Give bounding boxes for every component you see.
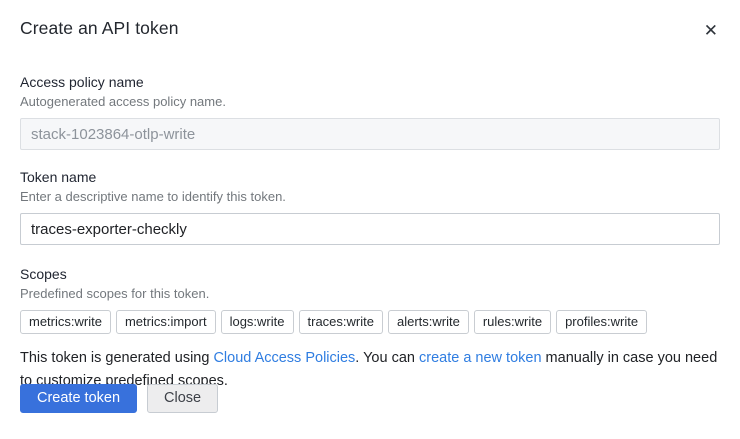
token-name-input[interactable] [20, 213, 720, 245]
access-policy-input [20, 118, 720, 150]
create-token-button[interactable]: Create token [20, 384, 137, 413]
access-policy-helper: Autogenerated access policy name. [20, 94, 720, 110]
note-text: . You can [355, 350, 419, 366]
cloud-access-policies-link[interactable]: Cloud Access Policies [213, 350, 355, 366]
scope-chip: rules:write [474, 310, 551, 334]
scopes-label: Scopes [20, 266, 720, 283]
modal-header: Create an API token ✕ [20, 18, 720, 43]
scope-chip: profiles:write [556, 310, 647, 334]
close-button[interactable]: Close [147, 384, 218, 413]
access-policy-label: Access policy name [20, 74, 720, 91]
token-name-label: Token name [20, 169, 720, 186]
scopes-helper: Predefined scopes for this token. [20, 286, 720, 302]
scope-chip: logs:write [221, 310, 294, 334]
scope-chip-list: metrics:write metrics:import logs:write … [20, 310, 720, 334]
scope-chip: metrics:write [20, 310, 111, 334]
scope-chip: metrics:import [116, 310, 216, 334]
token-name-field: Token name Enter a descriptive name to i… [20, 169, 720, 245]
scope-chip: alerts:write [388, 310, 469, 334]
token-name-helper: Enter a descriptive name to identify thi… [20, 189, 720, 205]
scope-chip: traces:write [299, 310, 383, 334]
create-new-token-link[interactable]: create a new token [419, 350, 542, 366]
access-policy-field: Access policy name Autogenerated access … [20, 74, 720, 150]
modal-actions: Create token Close [20, 384, 218, 413]
note-text: This token is generated using [20, 350, 213, 366]
close-icon[interactable]: ✕ [702, 18, 720, 43]
create-api-token-modal: Create an API token ✕ Access policy name… [0, 0, 740, 439]
scopes-field: Scopes Predefined scopes for this token.… [20, 266, 720, 334]
modal-title: Create an API token [20, 18, 179, 39]
